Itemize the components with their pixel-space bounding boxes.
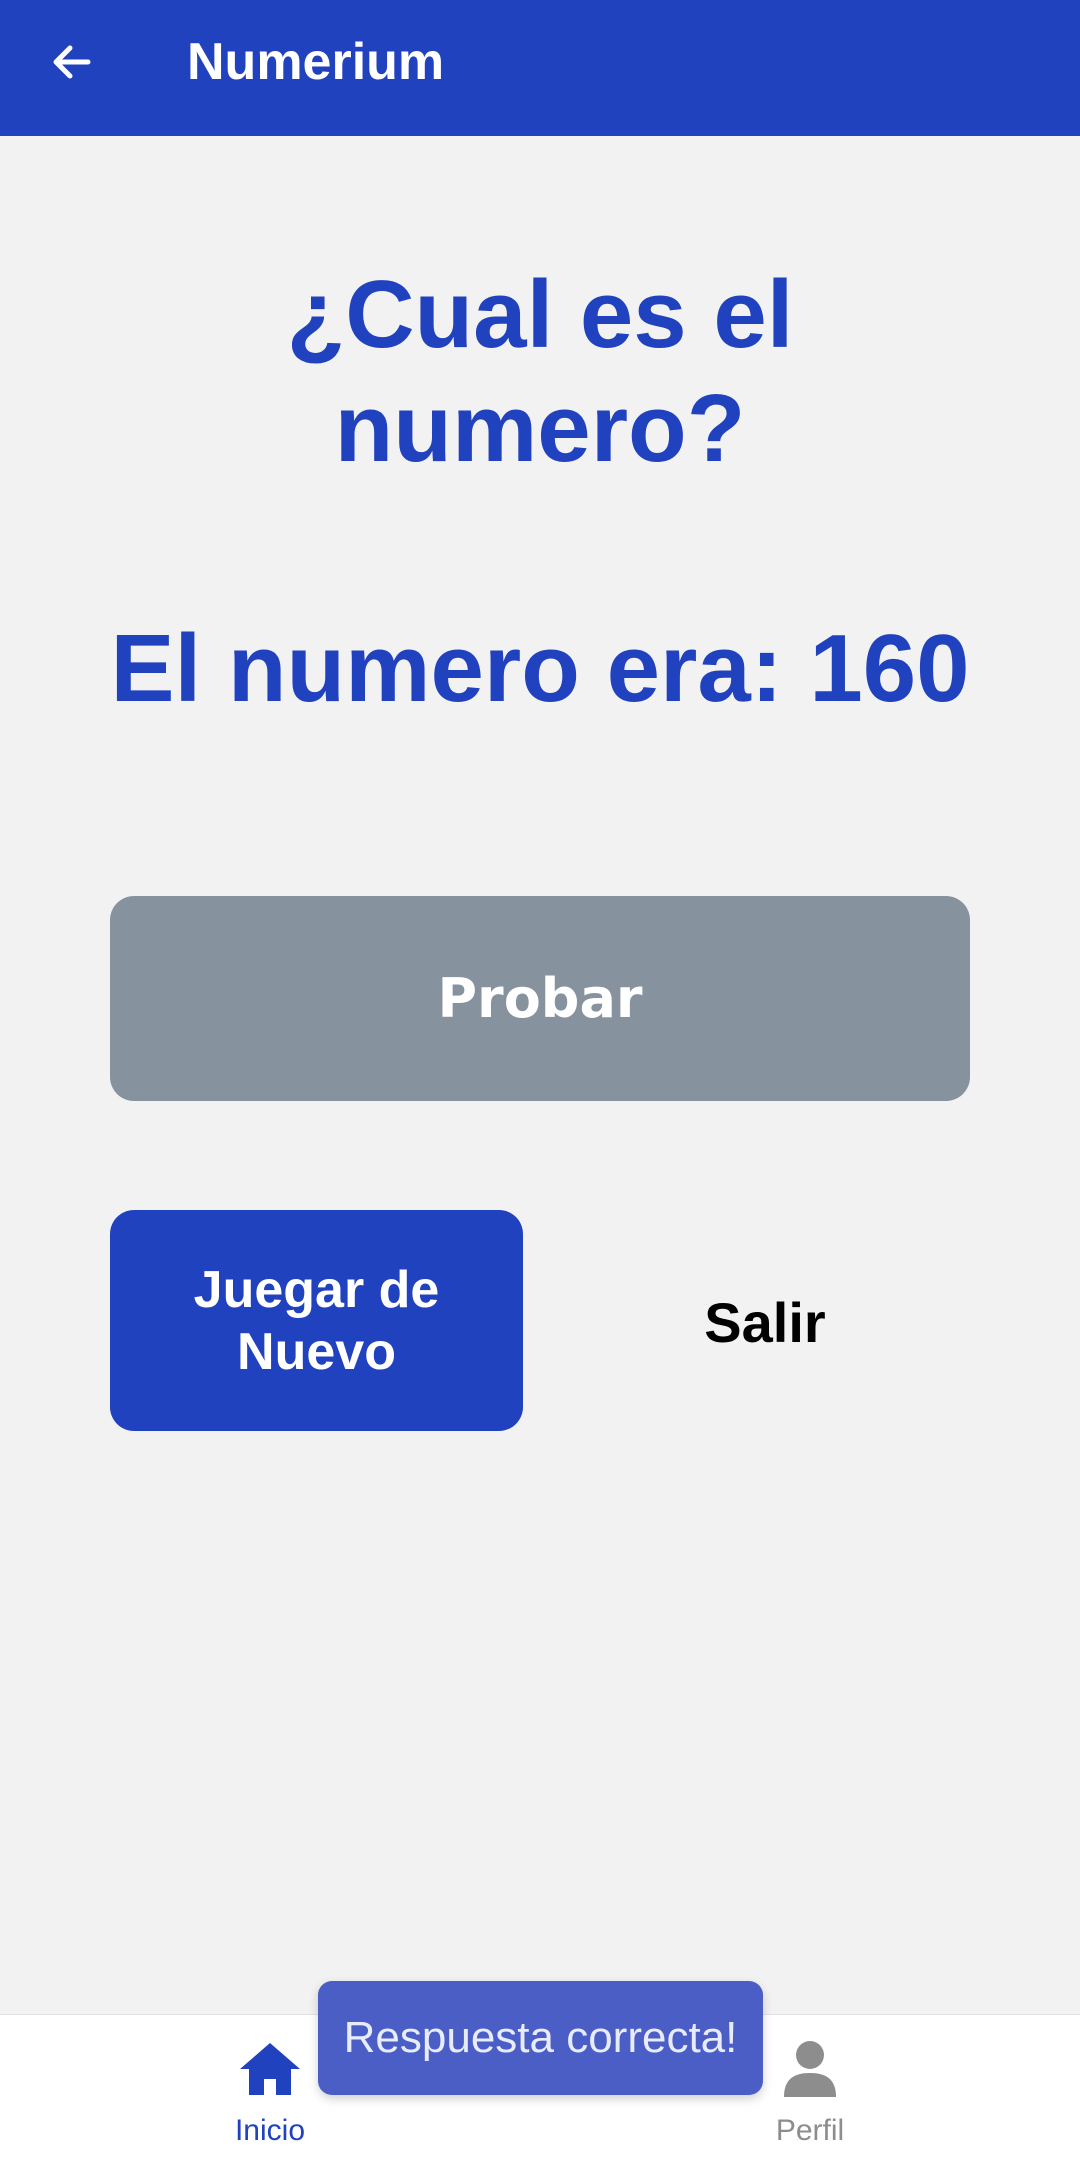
app-title: Numerium <box>187 33 445 91</box>
toast-message: Respuesta correcta! <box>318 1981 763 2095</box>
question-heading: ¿Cual es el numero? <box>286 261 794 482</box>
result-text: El numero era: 160 <box>110 615 970 722</box>
app-bar: Numerium <box>0 0 1080 136</box>
play-again-button[interactable]: Juegar de Nuevo <box>110 1210 523 1431</box>
home-icon <box>240 2043 300 2095</box>
try-button[interactable]: Probar <box>110 896 970 1101</box>
person-icon <box>784 2041 836 2097</box>
exit-button[interactable]: Salir <box>620 1282 910 1362</box>
nav-label-inicio: Inicio <box>234 2114 306 2147</box>
back-button[interactable] <box>36 26 108 98</box>
nav-label-perfil: Perfil <box>775 2114 845 2147</box>
arrow-left-icon <box>53 45 91 79</box>
